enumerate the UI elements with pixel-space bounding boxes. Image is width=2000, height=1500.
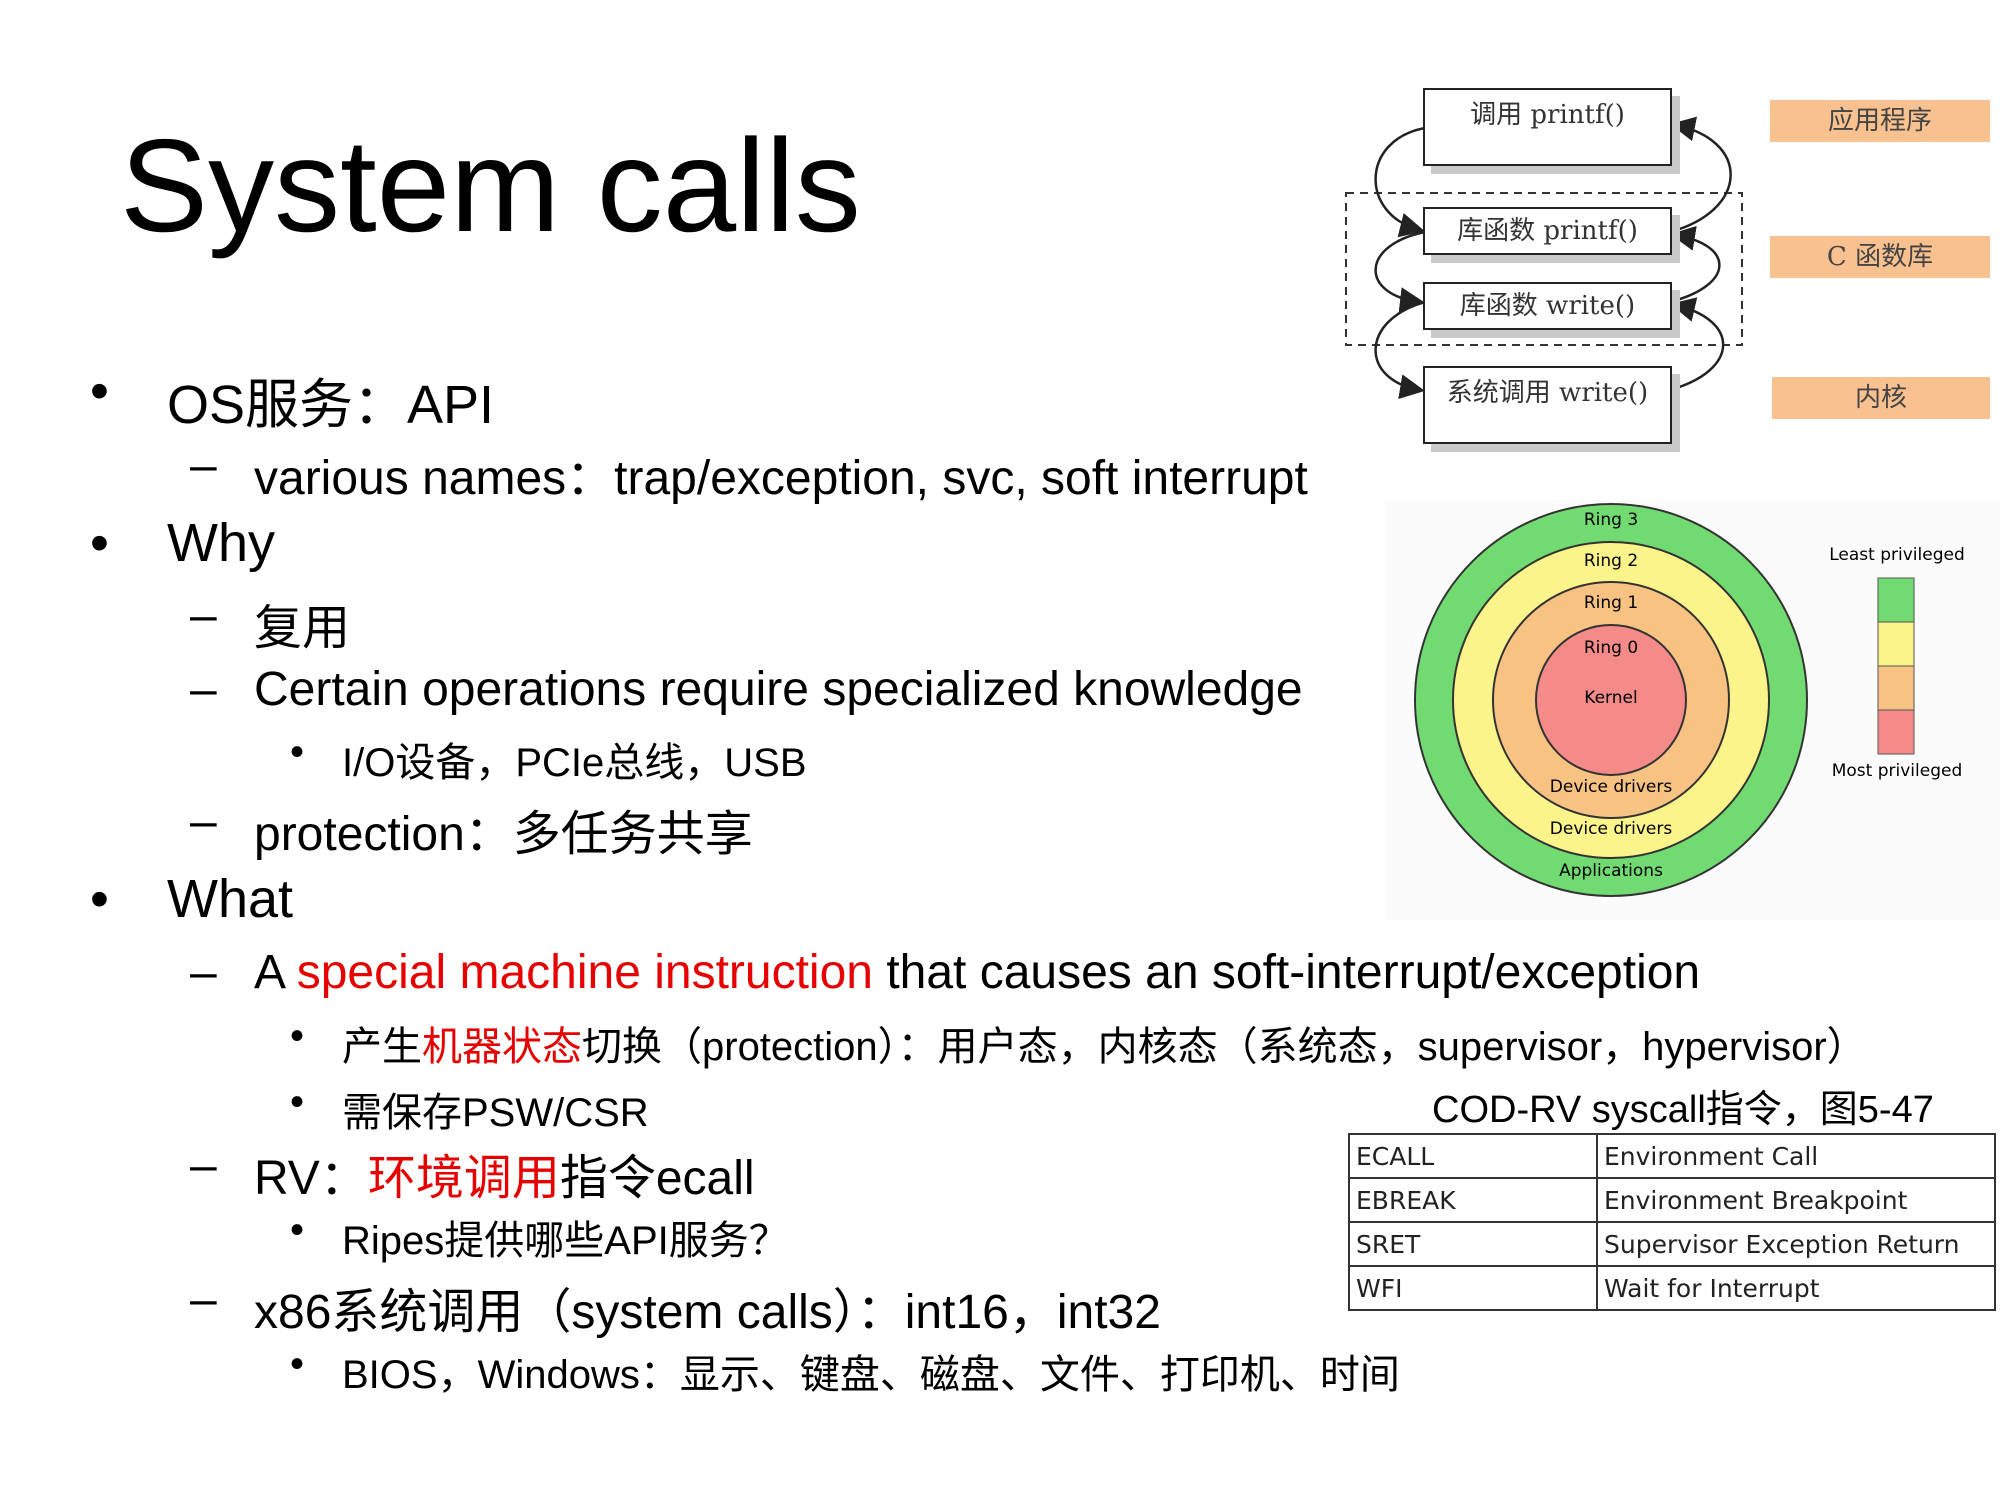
legend-swatch <box>1877 621 1915 667</box>
table-row: ECALL Environment Call <box>1348 1133 1996 1179</box>
table-caption: COD-RV syscall指令，图5-47 <box>1432 1089 1934 1131</box>
bullet-psw: 需保存PSW/CSR <box>342 1091 649 1135</box>
ring-label: Ring 2 <box>1584 551 1638 571</box>
ring-label: Ring 1 <box>1584 593 1638 613</box>
bullet-what: What <box>167 869 294 929</box>
dash-marker: – <box>190 1273 217 1326</box>
bullet-marker: • <box>90 513 109 573</box>
sub-bullet-marker: • <box>290 1342 305 1386</box>
box-sys-write: 系统调用 write() <box>1423 366 1672 444</box>
drivers-label: Device drivers <box>1550 777 1673 797</box>
highlight-text: special machine instruction <box>296 946 873 999</box>
sub-bullet-marker: • <box>290 1080 305 1124</box>
text-segment: 切换（protection）：用户态，内核态（系统态，supervisor，hy… <box>582 1025 1867 1069</box>
dash-marker: – <box>190 439 217 492</box>
text-segment: A <box>254 946 297 999</box>
legend-swatch <box>1877 665 1915 711</box>
most-privileged-label: Most privileged <box>1832 761 1963 781</box>
highlight-text: 机器状态 <box>422 1025 582 1069</box>
bullet-bios: BIOS，Windows：显示、键盘、磁盘、文件、打印机、时间 <box>342 1353 1400 1397</box>
slide-title: System calls <box>120 112 861 259</box>
table-cell: WFI <box>1348 1265 1598 1311</box>
table-cell: ECALL <box>1348 1133 1598 1179</box>
table-cell: Supervisor Exception Return <box>1596 1221 1996 1267</box>
bullet-special: A special machine instruction that cause… <box>254 945 1700 1000</box>
applications-label: Applications <box>1559 861 1663 881</box>
bullet-protection: protection：多任务共享 <box>254 808 753 861</box>
label-clib: C 函数库 <box>1770 236 1990 278</box>
table-row: EBREAK Environment Breakpoint <box>1348 1177 1996 1223</box>
text-segment: that causes an soft-interrupt/exception <box>872 946 1701 999</box>
table-cell: Environment Call <box>1596 1133 1996 1179</box>
bullet-names: various names：trap/exception, svc, soft … <box>254 452 1308 505</box>
protection-rings: Ring 3 Ring 2 Ring 1 Ring 0 Kernel Devic… <box>1414 503 1965 897</box>
dash-marker: – <box>190 1139 217 1192</box>
drivers-label: Device drivers <box>1550 819 1673 839</box>
text-segment: 产生 <box>342 1025 422 1069</box>
bullet-x86: x86系统调用（system calls）：int16，int32 <box>254 1286 1161 1339</box>
box-lib-printf: 库函数 printf() <box>1423 207 1672 255</box>
least-privileged-label: Least privileged <box>1829 545 1965 565</box>
sub-bullet-marker: • <box>290 1208 305 1252</box>
box-lib-write: 库函数 write() <box>1423 282 1672 330</box>
table-cell: Wait for Interrupt <box>1596 1265 1996 1311</box>
rings-panel: Ring 3 Ring 2 Ring 1 Ring 0 Kernel Devic… <box>1385 500 2000 920</box>
box-call-printf: 调用 printf() <box>1423 88 1672 166</box>
bullet-marker: • <box>90 361 109 421</box>
table-cell: SRET <box>1348 1221 1598 1267</box>
text-segment: 指令ecall <box>559 1152 755 1205</box>
bullet-io: I/O设备，PCIe总线，USB <box>342 741 807 785</box>
table-cell: Environment Breakpoint <box>1596 1177 1996 1223</box>
table-row: SRET Supervisor Exception Return <box>1348 1221 1996 1267</box>
sub-bullet-marker: • <box>290 730 305 774</box>
sub-bullet-marker: • <box>290 1014 305 1058</box>
label-kernel: 内核 <box>1772 377 1990 419</box>
legend-swatch <box>1877 577 1915 623</box>
dash-marker: – <box>190 589 217 642</box>
bullet-state: 产生机器状态切换（protection）：用户态，内核态（系统态，supervi… <box>342 1014 1867 1072</box>
dash-marker: – <box>190 663 217 716</box>
bullet-why: Why <box>167 513 275 573</box>
highlight-text: 环境调用 <box>367 1150 560 1206</box>
table-cell: EBREAK <box>1348 1177 1598 1223</box>
kernel-label: Kernel <box>1584 688 1637 708</box>
ring-label: Ring 0 <box>1584 638 1638 658</box>
legend-swatch <box>1877 709 1915 755</box>
bullet-rv: RV：环境调用指令ecall <box>254 1138 755 1208</box>
bullet-marker: • <box>90 869 109 929</box>
dash-marker: – <box>190 795 217 848</box>
syscall-table: ECALL Environment Call EBREAK Environmen… <box>1348 1133 1996 1311</box>
bullet-os: OS服务：API <box>167 375 495 435</box>
bullet-reuse: 复用 <box>254 600 351 656</box>
dash-marker: – <box>190 946 217 999</box>
table-row: WFI Wait for Interrupt <box>1348 1265 1996 1311</box>
bullet-certain: Certain operations require specialized k… <box>254 663 1303 716</box>
label-app: 应用程序 <box>1770 100 1990 142</box>
text-segment: RV： <box>254 1152 368 1205</box>
ring-label: Ring 3 <box>1584 510 1638 530</box>
bullet-ripes: Ripes提供哪些API服务？ <box>342 1219 789 1263</box>
